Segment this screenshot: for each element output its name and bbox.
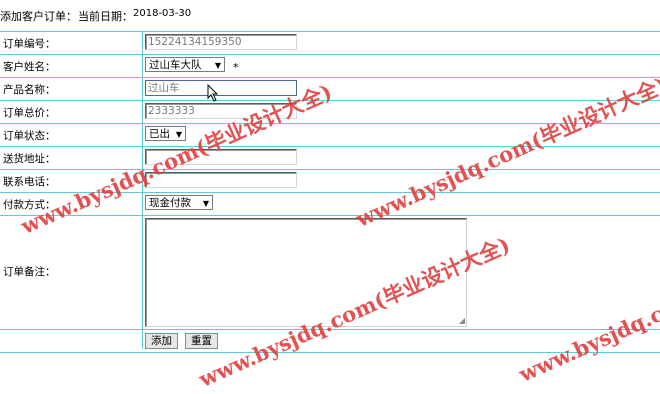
required-mark: * <box>233 61 239 74</box>
page-header: 添加客户订单： 当前日期： 2018-03-30 <box>0 0 660 30</box>
row-customer: 客户姓名： 过山车大队 ▼ * <box>0 54 660 77</box>
chevron-down-icon: ▼ <box>175 130 182 139</box>
payment-select[interactable]: 现金付款 ▼ <box>145 195 213 210</box>
row-buttons: 添加 重置 <box>0 329 660 353</box>
total-input[interactable]: 2333333 <box>145 103 297 119</box>
order-form: 订单编号： 15224134159350 客户姓名： 过山车大队 ▼ * 产品名… <box>0 31 660 353</box>
phone-input[interactable] <box>145 172 297 188</box>
row-product: 产品名称： 过山车 <box>0 77 660 100</box>
customer-select-value: 过山车大队 <box>149 59 202 71</box>
status-select-value: 已出 <box>149 128 170 140</box>
status-label: 订单状态： <box>3 130 56 142</box>
phone-label: 联系电话： <box>3 176 56 188</box>
remark-label: 订单备注： <box>3 266 56 278</box>
date-label: 当前日期： <box>78 10 133 23</box>
row-order-no: 订单编号： 15224134159350 <box>0 31 660 54</box>
product-label: 产品名称： <box>3 84 56 96</box>
row-total: 订单总价： 2333333 <box>0 100 660 123</box>
add-button[interactable]: 添加 <box>145 333 178 349</box>
payment-select-value: 现金付款 <box>149 197 191 209</box>
row-payment: 付款方式： 现金付款 ▼ <box>0 192 660 215</box>
reset-button[interactable]: 重置 <box>185 333 218 349</box>
product-input[interactable]: 过山车 <box>145 80 297 96</box>
resize-grip-icon[interactable]: ◢ <box>459 317 465 325</box>
remark-textarea[interactable]: ◢ <box>145 218 467 327</box>
chevron-down-icon: ▼ <box>214 61 221 70</box>
date-value: 2018-03-30 <box>133 8 192 19</box>
order-no-input[interactable]: 15224134159350 <box>145 34 297 50</box>
address-input[interactable] <box>145 149 297 165</box>
row-address: 送货地址： <box>0 146 660 169</box>
status-select[interactable]: 已出 ▼ <box>145 126 186 141</box>
order-no-label: 订单编号： <box>3 38 56 50</box>
address-label: 送货地址： <box>3 153 56 165</box>
payment-label: 付款方式： <box>3 199 56 211</box>
total-label: 订单总价： <box>3 107 56 119</box>
row-status: 订单状态： 已出 ▼ <box>0 123 660 146</box>
row-phone: 联系电话： <box>0 169 660 192</box>
column-divider <box>142 31 143 349</box>
row-remark: 订单备注： ◢ <box>0 215 660 329</box>
customer-label: 客户姓名： <box>3 61 56 73</box>
chevron-down-icon: ▼ <box>202 199 209 208</box>
customer-select[interactable]: 过山车大队 ▼ <box>145 57 225 72</box>
mouse-cursor-icon <box>207 84 219 102</box>
page-title: 添加客户订单： <box>0 10 77 23</box>
